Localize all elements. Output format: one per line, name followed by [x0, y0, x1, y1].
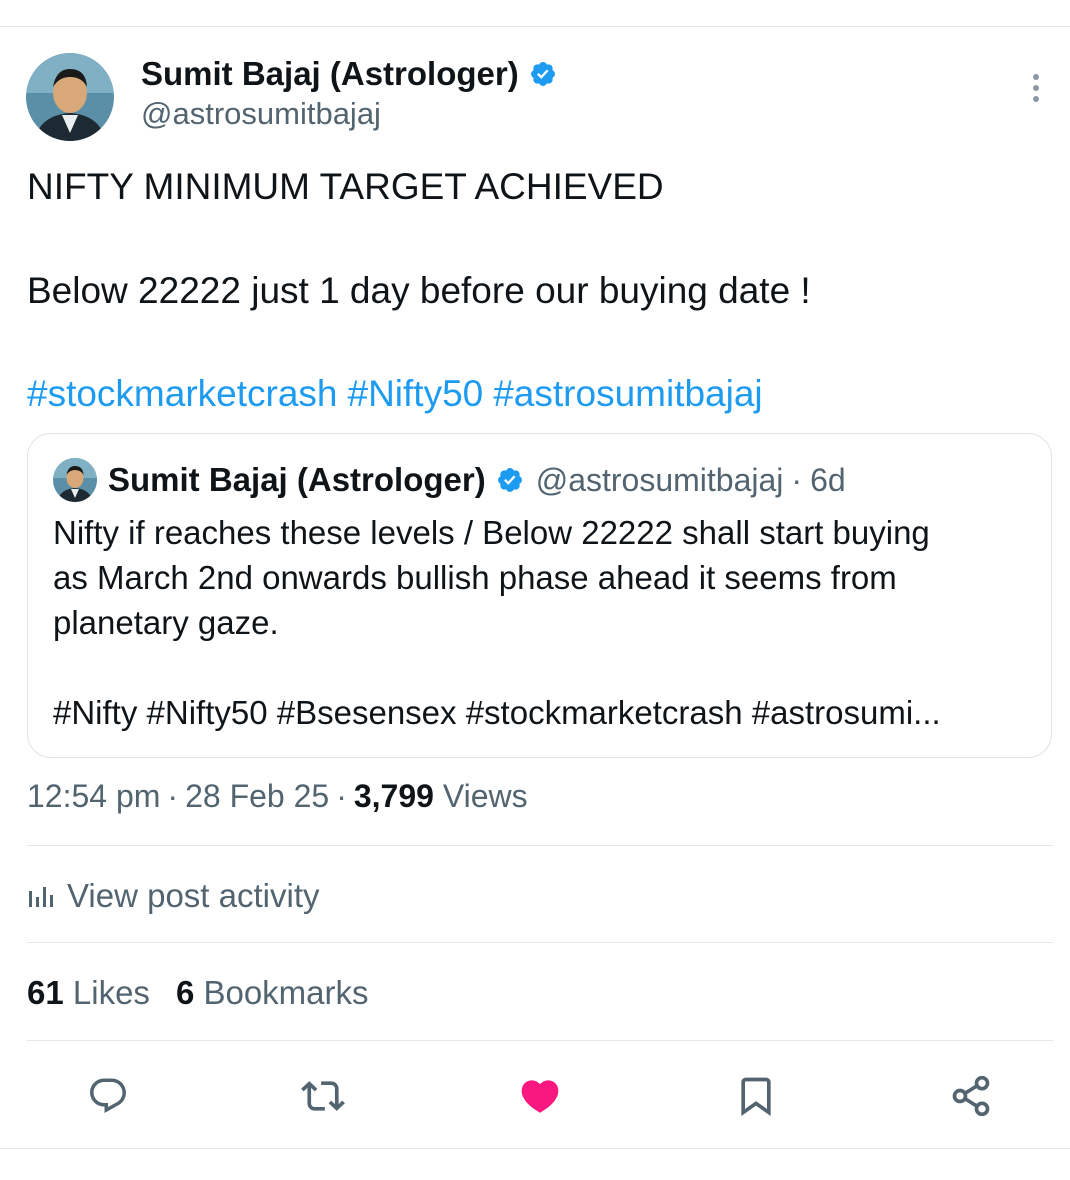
reply-button[interactable]	[86, 1074, 130, 1118]
views-count: 3,799	[353, 778, 434, 814]
quoted-hashtag-line: #Nifty #Nifty50 #Bsesensex #stockmarketc…	[53, 694, 941, 731]
more-options-button[interactable]	[1024, 72, 1048, 104]
quoted-text-line-1: Nifty if reaches these levels / Below 22…	[53, 514, 930, 551]
tweet-date[interactable]: 28 Feb 25	[185, 778, 329, 814]
verified-badge-icon	[497, 468, 522, 492]
meta-separator: ·	[167, 778, 179, 814]
divider	[27, 1040, 1053, 1041]
engagement-stats: 61 Likes 6 Bookmarks	[27, 974, 369, 1012]
bottom-divider	[0, 1148, 1070, 1149]
view-post-activity-link[interactable]: View post activity	[27, 875, 320, 917]
quoted-separator: ·	[791, 461, 803, 498]
divider	[27, 942, 1053, 943]
bookmarks-stat[interactable]: 6 Bookmarks	[176, 974, 369, 1011]
quoted-header: Sumit Bajaj (Astrologer) @astrosumitbaja…	[108, 458, 846, 502]
reply-icon	[90, 1078, 126, 1113]
quoted-text-line-2: as March 2nd onwards bullish phase ahead…	[53, 559, 897, 596]
hashtag-link[interactable]: #stockmarketcrash	[27, 373, 338, 414]
divider	[27, 845, 1053, 846]
hashtag-link[interactable]: #astrosumitbajaj	[493, 373, 762, 414]
bookmark-icon	[741, 1077, 771, 1117]
bookmark-button[interactable]	[734, 1074, 778, 1118]
likes-stat[interactable]: 61 Likes	[27, 974, 150, 1011]
author-avatar[interactable]	[26, 53, 114, 141]
quoted-author-handle[interactable]: @astrosumitbajaj	[536, 462, 784, 499]
verified-badge-icon	[530, 62, 555, 86]
quoted-text-line-3: planetary gaze.	[53, 604, 279, 641]
tweet-meta: 12:54 pm · 28 Feb 25 · 3,799 Views	[27, 778, 528, 815]
tweet-time[interactable]: 12:54 pm	[27, 778, 160, 814]
retweet-icon	[301, 1081, 345, 1111]
view-post-activity-label: View post activity	[67, 877, 320, 914]
like-button[interactable]	[518, 1074, 562, 1118]
likes-count: 61	[27, 974, 64, 1011]
meta-separator: ·	[336, 778, 347, 814]
share-button[interactable]	[949, 1074, 993, 1118]
quoted-timestamp[interactable]: 6d	[810, 462, 846, 499]
tweet-hashtags: #stockmarketcrash #Nifty50 #astrosumitbaja…	[27, 373, 773, 415]
tweet-text-line-1: NIFTY MINIMUM TARGET ACHIEVED	[27, 166, 664, 207]
views-label: Views	[442, 778, 528, 814]
likes-label: Likes	[72, 974, 150, 1011]
like-icon	[521, 1080, 559, 1113]
analytics-icon	[29, 887, 53, 907]
more-icon	[1033, 74, 1039, 102]
author-handle[interactable]: @astrosumitbajaj	[141, 96, 381, 132]
retweet-button[interactable]	[301, 1074, 345, 1118]
bookmarks-count: 6	[175, 974, 195, 1011]
bookmarks-label: Bookmarks	[203, 974, 369, 1011]
author-name[interactable]: Sumit Bajaj (Astrologer)	[141, 54, 557, 94]
tweet-text-line-2: Below 22222 just 1 day before our buying…	[27, 270, 811, 311]
share-icon	[952, 1075, 990, 1117]
hashtag-link[interactable]: #Nifty50	[348, 373, 484, 414]
top-divider	[0, 26, 1070, 27]
quoted-author-name[interactable]: Sumit Bajaj (Astrologer)	[108, 461, 486, 499]
author-name-text[interactable]: Sumit Bajaj (Astrologer)	[141, 55, 519, 93]
quoted-tweet-card[interactable]: Sumit Bajaj (Astrologer) @astrosumitbaja…	[27, 433, 1052, 758]
quoted-author-avatar[interactable]	[53, 458, 97, 502]
